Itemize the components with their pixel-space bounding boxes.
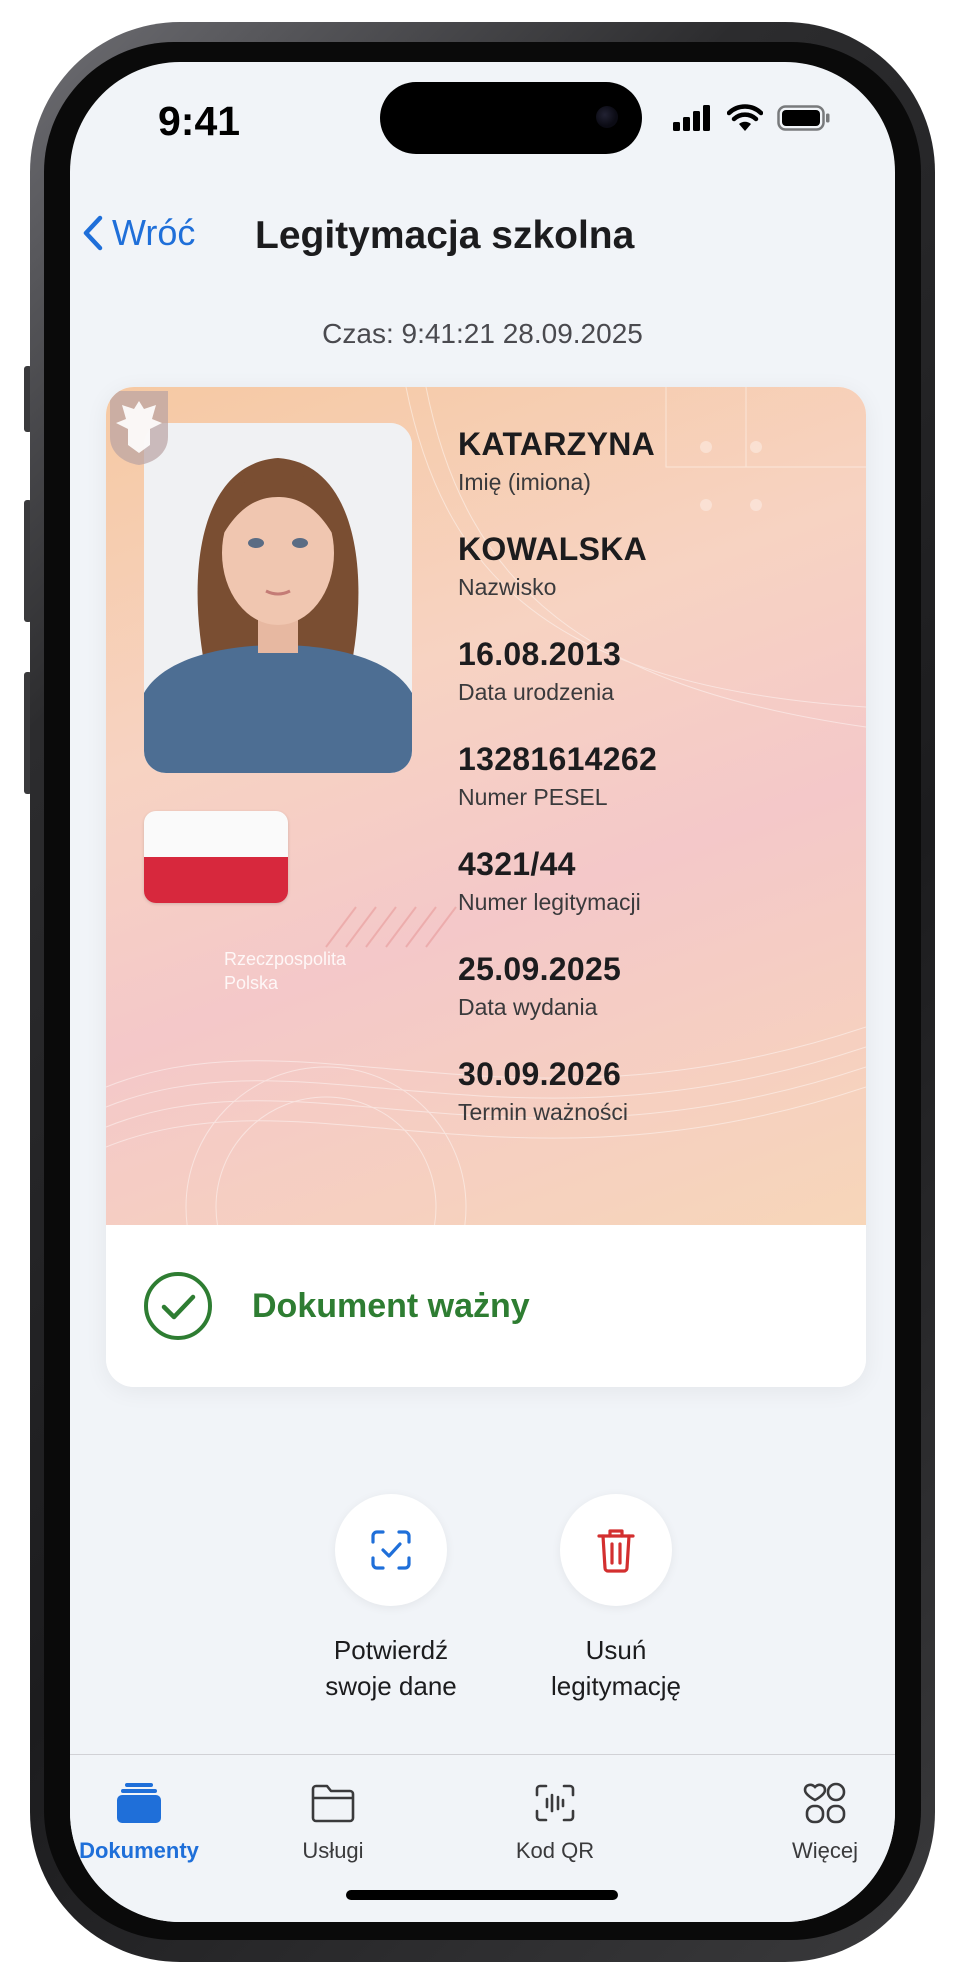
tab-services[interactable]: Usługi bbox=[248, 1781, 418, 1864]
delete-id-button[interactable]: Usuń legitymację bbox=[496, 1494, 736, 1704]
scan-check-icon bbox=[371, 1530, 411, 1570]
validity-text: Dokument ważny bbox=[252, 1286, 530, 1325]
tab-label: Więcej bbox=[791, 1838, 858, 1863]
folder-icon bbox=[311, 1784, 355, 1823]
delete-id-label: Usuń legitymację bbox=[550, 1635, 682, 1701]
more-grid-icon bbox=[803, 1782, 846, 1824]
tab-label: Usługi bbox=[302, 1838, 364, 1863]
field-value: 25.09.2025 bbox=[458, 951, 622, 987]
tab-documents[interactable]: Dokumenty bbox=[70, 1781, 224, 1864]
field-value: KATARZYNA bbox=[458, 426, 656, 462]
portrait-photo bbox=[144, 423, 412, 773]
field-label: Termin ważności bbox=[458, 1099, 628, 1125]
tab-more[interactable]: Więcej bbox=[740, 1781, 895, 1864]
status-time: 9:41 bbox=[158, 98, 241, 144]
documents-icon bbox=[117, 1783, 161, 1823]
tab-label: Kod QR bbox=[515, 1838, 595, 1863]
field-value: 13281614262 bbox=[458, 741, 658, 777]
field-label: Data wydania bbox=[458, 994, 598, 1020]
check-circle-icon bbox=[144, 1272, 212, 1340]
back-button[interactable]: Wróć bbox=[82, 212, 195, 254]
back-label: Wróć bbox=[112, 212, 196, 253]
cellular-signal-icon bbox=[673, 105, 710, 131]
screen: 9:41 Wróć Legitymacja szkolna Czas: 9:41… bbox=[70, 62, 895, 1922]
tab-label: Dokumenty bbox=[79, 1838, 199, 1863]
issuer-line-2: Polska bbox=[224, 973, 279, 993]
eagle-emblem-icon bbox=[110, 391, 168, 465]
qr-scan-icon bbox=[535, 1784, 575, 1822]
field-label: Numer legitymacji bbox=[458, 889, 641, 915]
field-id-number: 4321/44 Numer legitymacji bbox=[458, 845, 657, 917]
field-expiry-date: 30.09.2026 Termin ważności bbox=[458, 1055, 657, 1127]
field-label: Imię (imiona) bbox=[458, 469, 591, 495]
camera-icon bbox=[596, 106, 618, 128]
card-fields: KATARZYNA Imię (imiona) KOWALSKA Nazwisk… bbox=[458, 425, 657, 1160]
field-label: Data urodzenia bbox=[458, 679, 614, 705]
field-value: 30.09.2026 bbox=[458, 1056, 622, 1092]
field-label: Numer PESEL bbox=[458, 784, 608, 810]
home-indicator[interactable] bbox=[346, 1890, 618, 1900]
field-value: 4321/44 bbox=[458, 846, 576, 882]
issuer-line-1: Rzeczpospolita bbox=[224, 949, 347, 969]
battery-icon bbox=[777, 105, 830, 131]
polish-flag bbox=[144, 811, 288, 903]
confirm-data-circle[interactable] bbox=[335, 1494, 447, 1606]
field-value: 16.08.2013 bbox=[458, 636, 622, 672]
delete-id-circle[interactable] bbox=[560, 1494, 672, 1606]
validity-status: Dokument ważny bbox=[106, 1225, 866, 1387]
tab-qr-code[interactable]: Kod QR bbox=[470, 1781, 640, 1864]
field-birth-date: 16.08.2013 Data urodzenia bbox=[458, 635, 657, 707]
card-background: Rzeczpospolita Polska KATARZYNA Imię (im… bbox=[106, 387, 866, 1225]
issuer-text: Rzeczpospolita Polska bbox=[224, 947, 346, 995]
dynamic-island bbox=[380, 82, 642, 154]
id-card: Rzeczpospolita Polska KATARZYNA Imię (im… bbox=[106, 387, 866, 1387]
field-last-name: KOWALSKA Nazwisko bbox=[458, 530, 657, 602]
confirm-data-label: Potwierdź swoje dane bbox=[325, 1635, 457, 1701]
page-title: Legitymacja szkolna bbox=[255, 214, 635, 257]
field-value: KOWALSKA bbox=[458, 531, 648, 567]
timestamp: Czas: 9:41:21 28.09.2025 bbox=[322, 318, 643, 349]
trash-icon bbox=[597, 1529, 635, 1573]
chevron-left-icon bbox=[83, 215, 103, 251]
field-label: Nazwisko bbox=[458, 574, 557, 600]
field-first-name: KATARZYNA Imię (imiona) bbox=[458, 425, 657, 497]
field-issue-date: 25.09.2025 Data wydania bbox=[458, 950, 657, 1022]
status-icons bbox=[673, 104, 831, 132]
wifi-icon bbox=[727, 104, 763, 131]
confirm-data-button[interactable]: Potwierdź swoje dane bbox=[271, 1494, 511, 1704]
navigation-bar: Wróć Legitymacja szkolna bbox=[70, 212, 895, 292]
field-pesel: 13281614262 Numer PESEL bbox=[458, 740, 657, 812]
